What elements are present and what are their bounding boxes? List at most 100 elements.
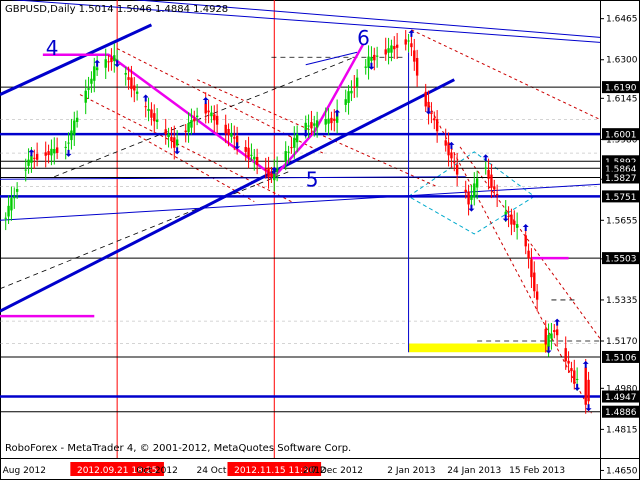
fractal-arrow-icon (554, 318, 561, 326)
candle-body (407, 40, 410, 42)
candle-body (530, 259, 533, 278)
candle-body (293, 137, 296, 148)
candle-body (275, 168, 279, 172)
candle-body (113, 55, 116, 62)
candle-body (384, 49, 387, 55)
candle-body (224, 124, 227, 134)
fractal-arrow-icon (65, 149, 72, 157)
candle-body (155, 119, 159, 122)
candle-body (390, 45, 393, 53)
candle-body (513, 220, 516, 225)
candle-body (553, 330, 556, 333)
candle-body (424, 91, 427, 107)
candle-body (33, 157, 36, 159)
price-tick-label: 1.5335 (606, 296, 638, 306)
fractal-arrow-icon (522, 223, 529, 231)
candle-body (464, 189, 467, 193)
candle-body (324, 119, 327, 125)
fractal-arrow-icon (468, 204, 475, 212)
candle-body (495, 194, 499, 196)
candle-body (213, 114, 216, 121)
candle-body (73, 120, 76, 135)
candle-body (573, 370, 576, 384)
candle-body (493, 186, 496, 190)
candle-body (524, 235, 527, 247)
copyright-text: RoboForex - MetaTrader 4, © 2001-2012, M… (5, 443, 351, 454)
candle-body (433, 118, 436, 121)
price-tick-label: 1.6465 (606, 15, 638, 25)
price-tick-label: 1.4650 (606, 466, 638, 476)
candle-body (475, 178, 479, 188)
candle-body (13, 196, 16, 199)
price-tick-label: 1.6300 (606, 56, 638, 66)
date-label: 15 Feb 2013 (509, 466, 565, 476)
candle-body (570, 368, 573, 372)
price-label-text: 1.4886 (605, 408, 637, 418)
candle-body (287, 151, 290, 153)
candle-body (395, 44, 399, 48)
candle-body (175, 139, 179, 146)
candle-body (364, 66, 367, 68)
candle-body (367, 56, 370, 68)
candle-body (333, 118, 336, 121)
candle-body (415, 57, 419, 76)
candle-body (55, 147, 59, 153)
candle-body (370, 57, 373, 61)
candle-body (510, 214, 513, 225)
candle-body (210, 112, 213, 117)
price-tick-label: 1.5170 (606, 337, 638, 347)
candle-body (195, 115, 199, 118)
candle-body (147, 108, 150, 112)
candle-body (304, 122, 307, 131)
price-tick-label: 1.5655 (606, 216, 638, 226)
chart-header: GBPUSD,Daily 1.5014 1.5046 1.4884 1.4928 (5, 4, 228, 15)
candle-body (70, 130, 73, 141)
candle-body (193, 118, 196, 122)
price-label-text: 1.5503 (605, 255, 637, 265)
candle-body (527, 250, 530, 259)
candle-body (124, 72, 127, 75)
date-label: 7 Dec 2012 (311, 466, 363, 476)
candle-body (104, 59, 107, 68)
candle-body (110, 57, 113, 63)
fractal-arrow-icon (142, 94, 149, 102)
candle-body (375, 55, 379, 57)
candle-body (173, 137, 176, 148)
candle-body (75, 117, 79, 122)
candle-body (404, 39, 407, 45)
fractal-arrow-icon (28, 149, 35, 157)
candle-body (290, 147, 293, 149)
candle-body (207, 110, 210, 113)
candle-body (270, 173, 273, 178)
candle-body (255, 156, 259, 165)
candle-body (64, 146, 67, 148)
fractal-arrow-icon (585, 404, 592, 412)
candle-body (90, 78, 93, 84)
candle-body (444, 140, 447, 146)
candle-body (515, 224, 519, 228)
candle-body (164, 129, 167, 135)
price-chart[interactable]: 4561.64651.63001.61451.59801.58201.56551… (0, 0, 640, 480)
candle-body (484, 167, 487, 169)
candle-body (315, 120, 319, 128)
trendline (305, 51, 358, 66)
candle-body (555, 329, 559, 336)
candle-body (453, 162, 456, 164)
chart-window: 4561.64651.63001.61451.59801.58201.56551… (0, 0, 640, 480)
candle-body (264, 169, 267, 171)
candle-body (330, 117, 333, 124)
candle-body (227, 128, 230, 136)
candle-body (50, 148, 53, 156)
candle-body (107, 61, 110, 63)
candle-body (87, 88, 90, 90)
date-label: Oct 2012 (136, 466, 177, 476)
candle-body (170, 136, 173, 142)
wave-label: 5 (306, 168, 319, 192)
price-tick-label: 1.6145 (606, 94, 638, 104)
candle-body (413, 50, 416, 62)
candle-body (327, 118, 330, 124)
candle-body (350, 90, 353, 94)
candle-body (15, 188, 19, 192)
wave-label: 6 (357, 26, 370, 50)
candle-body (373, 54, 376, 61)
